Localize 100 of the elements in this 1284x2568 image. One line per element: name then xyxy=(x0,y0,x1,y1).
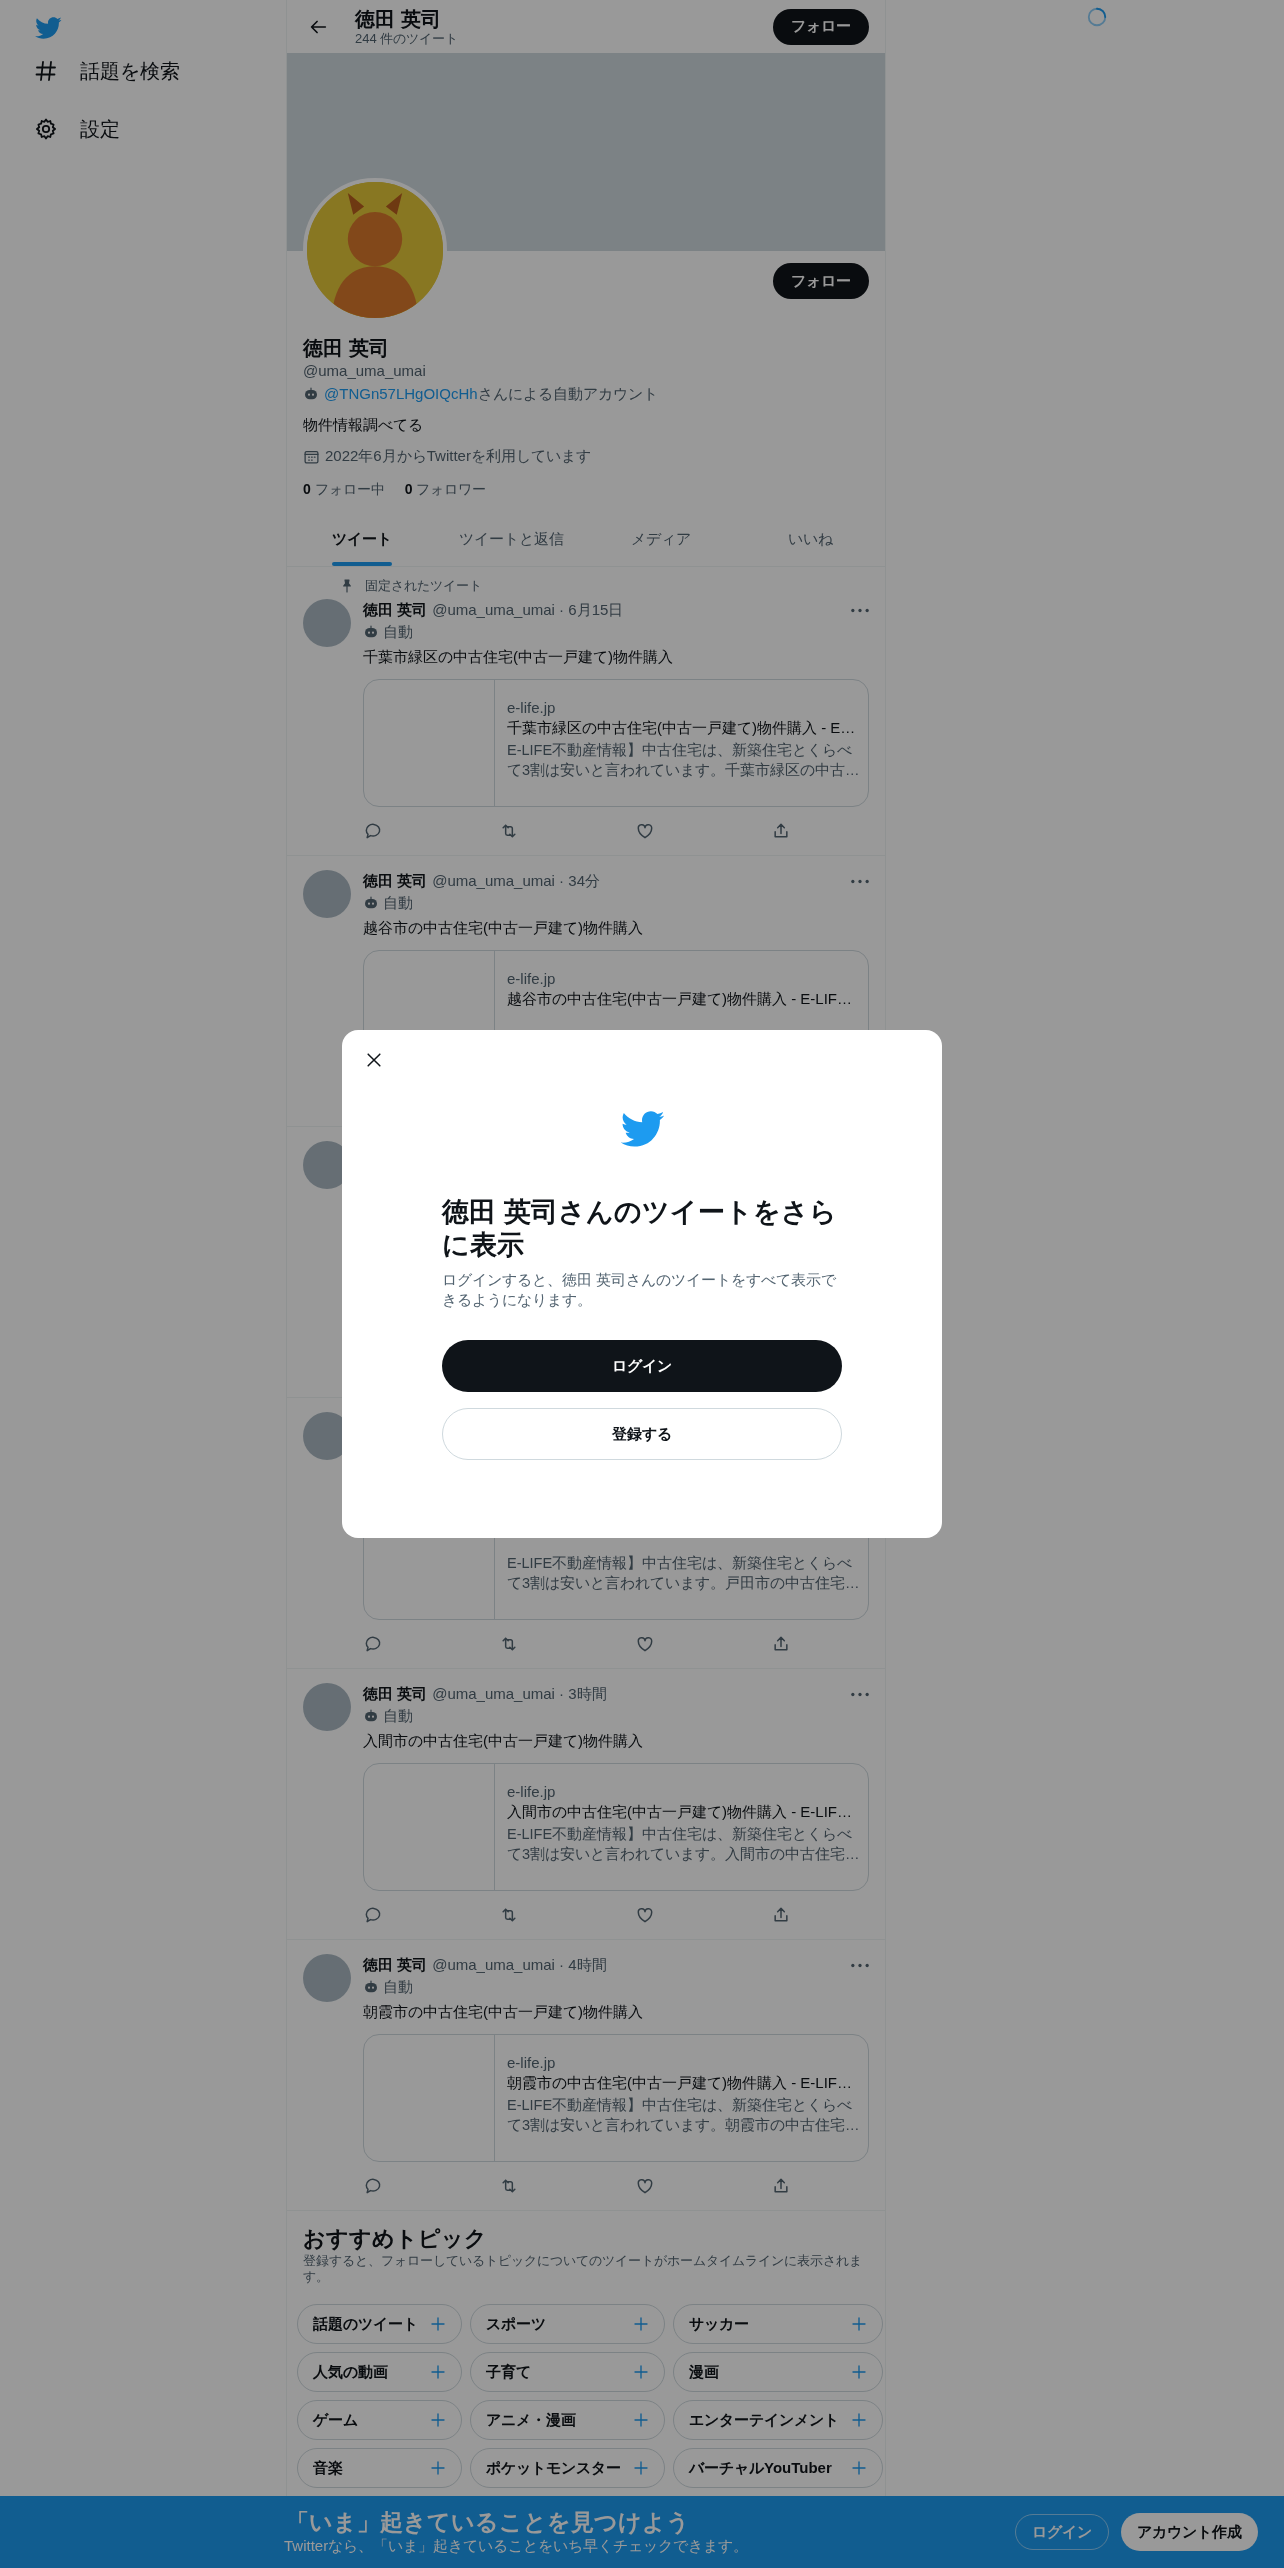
following-count[interactable]: 0 フォロー中 xyxy=(303,479,385,499)
automated-label: 自動 xyxy=(383,1977,413,1997)
tweet-text: 朝霞市の中古住宅(中古一戸建て)物件購入 xyxy=(363,2003,643,2020)
topic-chip[interactable]: サッカー xyxy=(673,2304,883,2344)
robot-icon xyxy=(363,1979,379,1995)
heart-icon xyxy=(635,2176,655,2196)
author-name[interactable]: 徳田 英司 xyxy=(363,871,428,891)
header-name: 徳田 英司 xyxy=(355,6,442,31)
card-description: E-LIFE不動産情報】中古住宅は、新築住宅とくらべて3割は安いと言われています。戸田市の中古住宅… xyxy=(507,1555,860,1591)
card-title: 入間市の中古住宅(中古一戸建て)物件購入 - E-LIF… xyxy=(507,1803,852,1820)
topic-chip[interactable]: 子育て xyxy=(470,2352,665,2392)
topic-chip[interactable]: 音楽 xyxy=(297,2448,462,2488)
card-description: E-LIFE不動産情報】中古住宅は、新築住宅とくらべて3割は安いと言われています。朝霞市の中古住宅… xyxy=(507,2097,860,2133)
author-name[interactable]: 徳田 英司 xyxy=(363,1955,428,1975)
author-name[interactable]: 徳田 英司 xyxy=(363,600,428,620)
share-icon xyxy=(771,1905,791,1925)
plus-icon xyxy=(850,2315,868,2333)
follow-button[interactable]: フォロー xyxy=(773,8,869,45)
retweet-icon xyxy=(499,2176,519,2196)
link-card[interactable]: e-life.jp 朝霞市の中古住宅(中古一戸建て)物件購入 - E-LIF… E-LIFE不動産情報】中古住宅は、新築住宅とくらべて3割は安いと言われています。朝霞市の中古住宅… xyxy=(363,2034,869,2162)
share-icon xyxy=(771,821,791,841)
plus-icon xyxy=(632,2411,650,2429)
automated-label: 自動 xyxy=(383,893,413,913)
retweet-icon xyxy=(499,1905,519,1925)
topic-chip[interactable]: ポケットモンスター xyxy=(470,2448,665,2488)
dialog-description: ログインすると、徳田 英司さんのツイートをすべて表示できるようになります。 xyxy=(442,1270,838,1310)
topic-chip[interactable]: スポーツ xyxy=(470,2304,665,2344)
link-card[interactable]: e-life.jp 千葉市緑区の中古住宅(中古一戸建て)物件購入 - E… E-LIFE不動産情報】中古住宅は、新築住宅とくらべて3割は安いと言われています。千葉市緑区の中古… xyxy=(363,679,869,807)
robot-icon xyxy=(303,386,319,402)
card-description: E-LIFE不動産情報】中古住宅は、新築住宅とくらべて3割は安いと言われています。入間市の中古住宅… xyxy=(507,1826,860,1862)
tweet-text: 入間市の中古住宅(中古一戸建て)物件購入 xyxy=(363,1732,643,1749)
followers-count[interactable]: 0 フォロワー xyxy=(404,479,487,499)
card-domain: e-life.jp xyxy=(507,699,556,716)
topic-chip[interactable]: ゲーム xyxy=(297,2400,462,2440)
card-title: 千葉市緑区の中古住宅(中古一戸建て)物件購入 - E… xyxy=(507,719,856,736)
share-icon xyxy=(771,2176,791,2196)
tweet-meta: @uma_uma_umai · 3時間 xyxy=(432,1684,607,1704)
reply-icon xyxy=(363,821,383,841)
signup-button[interactable]: アカウント作成 xyxy=(1121,2513,1258,2551)
automation-note: @TNGn57LHgOIQcHhさんによる自動アカウント xyxy=(324,384,658,404)
robot-icon xyxy=(363,1708,379,1724)
card-description: E-LIFE不動産情報】中古住宅は、新築住宅とくらべて3割は安いと言われています。千葉市緑区の中古… xyxy=(507,742,860,778)
settings-icon xyxy=(34,117,58,141)
card-title: 朝霞市の中古住宅(中古一戸建て)物件購入 - E-LIF… xyxy=(507,2074,852,2091)
profile-tab[interactable]: メディア xyxy=(586,513,736,566)
plus-icon xyxy=(429,2411,447,2429)
topic-chip[interactable]: 話題のツイート xyxy=(297,2304,462,2344)
profile-name: 徳田 英司 xyxy=(303,336,390,361)
topic-chip[interactable]: 人気の動画 xyxy=(297,2352,462,2392)
banner-title: 「いま」起きていることを見つけよう xyxy=(286,2508,691,2536)
more-icon xyxy=(851,878,869,884)
hashtag-icon xyxy=(34,59,58,83)
automated-label: 自動 xyxy=(383,1706,413,1726)
nav-link[interactable]: 設定 xyxy=(80,115,120,143)
tweet-meta: @uma_uma_umai · 6月15日 xyxy=(432,600,624,620)
profile-bio: 物件情報調べてる xyxy=(303,415,424,435)
share-icon xyxy=(771,1634,791,1654)
plus-icon xyxy=(429,2363,447,2381)
profile-tab[interactable]: ツイート xyxy=(287,513,437,566)
card-domain: e-life.jp xyxy=(507,2054,556,2071)
automated-label: 自動 xyxy=(383,622,413,642)
plus-icon xyxy=(632,2315,650,2333)
reply-icon xyxy=(363,1905,383,1925)
tweet-count: 244 件のツイート xyxy=(355,30,460,47)
link-card[interactable]: e-life.jp 入間市の中古住宅(中古一戸建て)物件購入 - E-LIF… E-LIFE不動産情報】中古住宅は、新築住宅とくらべて3割は安いと言われています。入間市の中古住宅… xyxy=(363,1763,869,1891)
heart-icon xyxy=(635,821,655,841)
card-domain: e-life.jp xyxy=(507,970,556,987)
author-name[interactable]: 徳田 英司 xyxy=(363,1684,428,1704)
card-domain: e-life.jp xyxy=(507,1783,556,1800)
bird-icon xyxy=(34,14,62,42)
reply-icon xyxy=(363,1634,383,1654)
topic-chip[interactable]: アニメ・漫画 xyxy=(470,2400,665,2440)
plus-icon xyxy=(850,2363,868,2381)
nav-link[interactable]: 話題を検索 xyxy=(80,57,180,85)
login-button[interactable]: ログイン xyxy=(442,1340,842,1392)
plus-icon xyxy=(429,2315,447,2333)
pinned-label: 固定されたツイート xyxy=(365,577,482,595)
card-title: 越谷市の中古住宅(中古一戸建て)物件購入 - E-LIF… xyxy=(507,990,852,1007)
topic-chip[interactable]: エンターテインメント xyxy=(673,2400,883,2440)
heart-icon xyxy=(635,1634,655,1654)
profile-handle: @uma_uma_umai xyxy=(303,361,427,381)
retweet-icon xyxy=(499,821,519,841)
spinner-icon xyxy=(1086,6,1108,28)
topic-chip[interactable]: 漫画 xyxy=(673,2352,883,2392)
profile-tab[interactable]: いいね xyxy=(735,513,885,566)
follow-button[interactable]: フォロー xyxy=(773,263,869,299)
signup-button[interactable]: 登録する xyxy=(442,1408,842,1460)
plus-icon xyxy=(429,2459,447,2477)
tweet-meta: @uma_uma_umai · 4時間 xyxy=(432,1955,607,1975)
profile-tab[interactable]: ツイートと返信 xyxy=(436,513,586,566)
retweet-icon xyxy=(499,1634,519,1654)
topic-chip[interactable]: バーチャルYouTuber xyxy=(673,2448,883,2488)
plus-icon xyxy=(632,2363,650,2381)
join-date: 2022年6月からTwitterを利用しています xyxy=(325,446,591,466)
heart-icon xyxy=(635,1905,655,1925)
dialog-title: 徳田 英司さんのツイートをさらに表示 xyxy=(442,1196,838,1262)
robot-icon xyxy=(363,895,379,911)
tweet-text: 越谷市の中古住宅(中古一戸建て)物件購入 xyxy=(363,919,643,936)
more-icon xyxy=(851,607,869,613)
plus-icon xyxy=(850,2411,868,2429)
